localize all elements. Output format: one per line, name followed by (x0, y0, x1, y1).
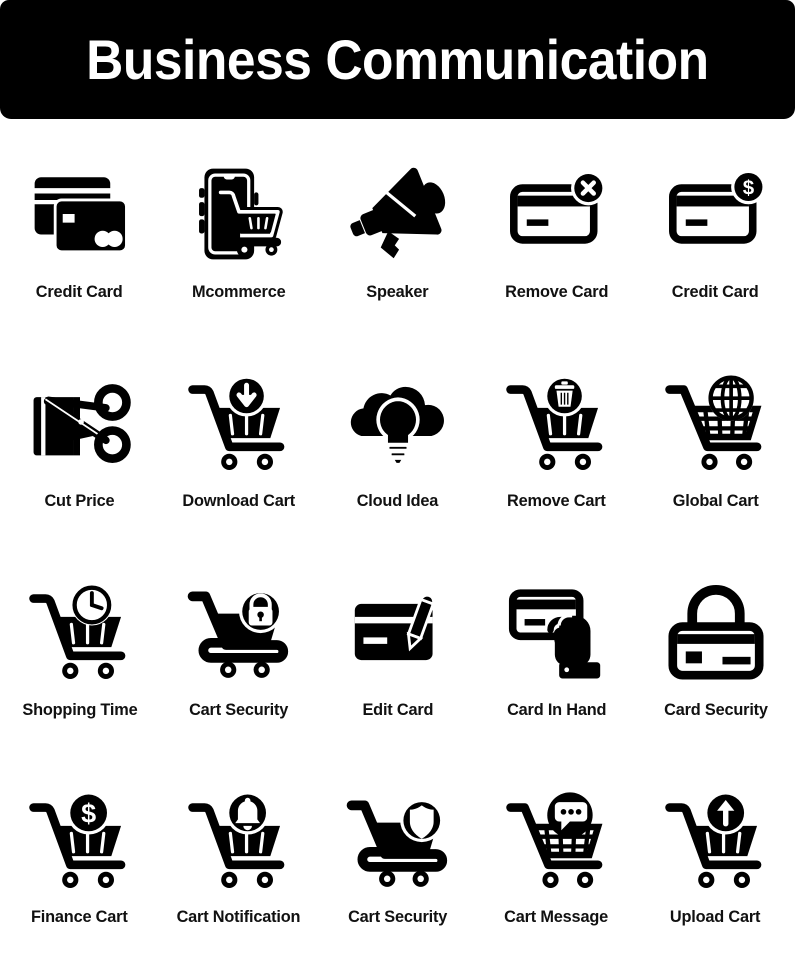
hand-holding-card-icon[interactable] (497, 572, 617, 692)
icon-cell[interactable]: Cart Security (318, 767, 477, 976)
cart-download-arrow-icon[interactable] (179, 363, 299, 483)
icon-cell[interactable]: Cart Notification (159, 767, 318, 976)
icon-label: Cloud Idea (356, 491, 439, 510)
icon-label: Remove Cart (507, 491, 606, 510)
cart-bell-icon[interactable] (179, 781, 299, 901)
icon-label: Cart Message (504, 907, 609, 926)
icon-cell[interactable]: Remove Cart (477, 349, 636, 558)
card-pen-icon[interactable] (338, 572, 458, 692)
page-title: Business Communication (86, 27, 709, 91)
icon-label: Remove Card (504, 282, 609, 301)
cart-speech-bubble-icon[interactable] (497, 781, 617, 901)
svg-text:$: $ (81, 799, 96, 829)
icon-cell[interactable]: Mcommerce (159, 140, 318, 349)
icon-label: Cart Security (347, 907, 448, 926)
icon-cell[interactable]: Cart Message (477, 767, 636, 976)
cart-trash-icon[interactable] (497, 363, 617, 483)
megaphone-icon[interactable] (338, 154, 458, 274)
icon-sheet: Business Communication Credit Card Mcomm… (0, 0, 795, 980)
cloud-lightbulb-icon[interactable] (338, 363, 458, 483)
card-dollar-badge-icon[interactable]: $ (656, 154, 776, 274)
icon-cell[interactable]: Card Security (636, 558, 795, 767)
cart-globe-icon[interactable] (656, 363, 776, 483)
icon-label: Finance Cart (31, 907, 128, 926)
icon-cell[interactable]: Download Cart (159, 349, 318, 558)
icon-label: Card In Hand (506, 700, 607, 719)
card-scissors-icon[interactable] (20, 363, 140, 483)
icon-label: Upload Cart (670, 907, 761, 926)
icon-cell[interactable]: Cloud Idea (318, 349, 477, 558)
credit-cards-stack-icon[interactable] (20, 154, 140, 274)
icon-label: Speaker (366, 282, 429, 301)
icon-label: Mcommerce (191, 282, 286, 301)
icon-cell[interactable]: Cart Security (159, 558, 318, 767)
mobile-phone-cart-icon[interactable] (179, 154, 299, 274)
icon-cell[interactable]: Card In Hand (477, 558, 636, 767)
icon-cell[interactable]: $ Credit Card (636, 140, 795, 349)
icon-cell[interactable]: Shopping Time (0, 558, 159, 767)
icon-label: Card Security (663, 700, 768, 719)
header-banner: Business Communication (0, 0, 795, 119)
icon-cell[interactable]: Global Cart (636, 349, 795, 558)
icon-cell[interactable]: Credit Card (0, 140, 159, 349)
icon-cell[interactable]: Remove Card (477, 140, 636, 349)
icon-cell[interactable]: Edit Card (318, 558, 477, 767)
icon-cell[interactable]: $ Finance Cart (0, 767, 159, 976)
cart-dollar-coin-icon[interactable]: $ (20, 781, 140, 901)
icon-label: Global Cart (672, 491, 759, 510)
icon-grid: Credit Card Mcommerce Speaker Remove Car… (0, 140, 795, 976)
icon-cell[interactable]: Cut Price (0, 349, 159, 558)
icon-label: Cut Price (44, 491, 115, 510)
cart-shield-icon[interactable] (338, 781, 458, 901)
icon-label: Credit Card (36, 282, 123, 301)
icon-cell[interactable]: Upload Cart (636, 767, 795, 976)
cart-clock-icon[interactable] (20, 572, 140, 692)
svg-text:$: $ (742, 177, 754, 200)
icon-cell[interactable]: Speaker (318, 140, 477, 349)
cart-padlock-icon[interactable] (179, 572, 299, 692)
icon-label: Edit Card (362, 700, 433, 719)
icon-label: Cart Security (188, 700, 289, 719)
cart-upload-arrow-icon[interactable] (656, 781, 776, 901)
icon-label: Shopping Time (21, 700, 138, 719)
icon-label: Credit Card (672, 282, 759, 301)
card-padlock-icon[interactable] (656, 572, 776, 692)
card-remove-cross-icon[interactable] (497, 154, 617, 274)
icon-label: Cart Notification (176, 907, 301, 926)
icon-label: Download Cart (182, 491, 295, 510)
